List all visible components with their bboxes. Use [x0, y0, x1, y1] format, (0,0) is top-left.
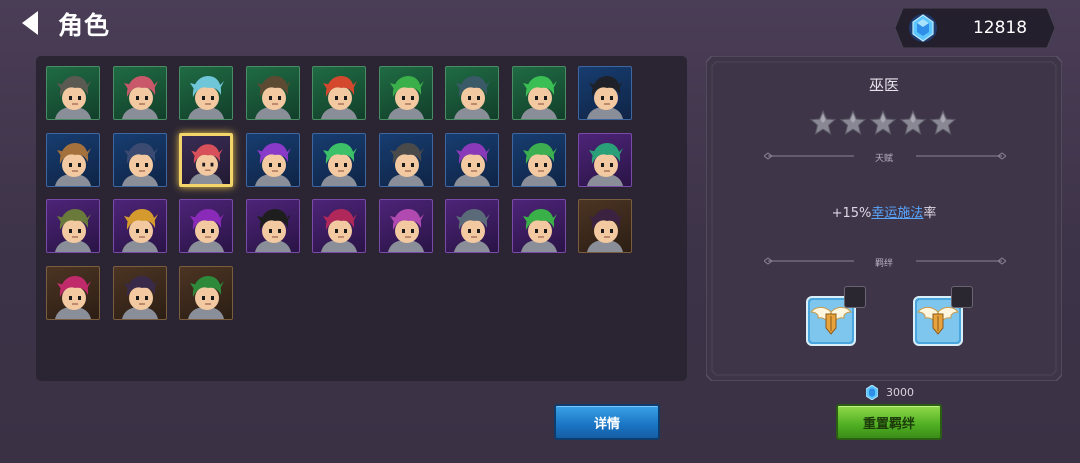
- character-info-panel: 巫医 天赋 +15%幸运施法率 羁绊: [706, 56, 1062, 381]
- character-portrait-tile[interactable]: [245, 66, 300, 120]
- character-portrait-tile[interactable]: [46, 265, 100, 320]
- character-portrait-tile[interactable]: [245, 132, 300, 187]
- star-rating: [810, 110, 960, 138]
- character-portrait-tile[interactable]: [112, 199, 167, 253]
- character-portrait-icon: [121, 76, 158, 119]
- character-portrait-tile[interactable]: [179, 132, 233, 187]
- character-portrait-icon: [520, 142, 557, 186]
- star-icon: [810, 110, 836, 136]
- character-portrait-icon: [321, 142, 357, 186]
- details-button[interactable]: 详情: [554, 404, 660, 440]
- character-portrait-tile[interactable]: [445, 66, 499, 120]
- character-portrait-tile[interactable]: [578, 199, 632, 253]
- character-portrait-tile[interactable]: [179, 199, 233, 253]
- character-portrait-icon: [587, 142, 623, 186]
- character-portrait-icon: [254, 76, 291, 119]
- character-portrait-icon: [121, 275, 158, 319]
- character-portrait-icon: [121, 142, 158, 186]
- gem-icon: [866, 385, 878, 400]
- character-portrait-icon: [587, 209, 623, 252]
- currency-display: 12818: [895, 8, 1055, 48]
- character-portrait-icon: [189, 143, 223, 184]
- character-portrait-tile[interactable]: [46, 66, 100, 120]
- character-portrait-tile[interactable]: [312, 66, 366, 120]
- character-portrait-tile[interactable]: [378, 199, 433, 253]
- character-portrait-tile[interactable]: [511, 66, 566, 120]
- character-portrait-icon: [520, 209, 557, 252]
- character-portrait-icon: [55, 76, 91, 119]
- character-portrait-icon: [55, 142, 91, 186]
- character-portrait-tile[interactable]: [378, 66, 433, 120]
- back-arrow-icon[interactable]: [18, 9, 42, 37]
- character-portrait-tile[interactable]: [312, 132, 366, 187]
- character-portrait-tile[interactable]: [179, 66, 233, 120]
- bond-label: 羁绊: [874, 259, 893, 269]
- character-portrait-tile[interactable]: [46, 132, 100, 187]
- character-portrait-icon: [321, 76, 357, 119]
- character-portrait-tile[interactable]: [578, 66, 632, 120]
- page-title: 角色: [58, 11, 111, 40]
- character-name: 巫医: [868, 76, 899, 94]
- character-portrait-icon: [387, 209, 424, 252]
- character-portrait-tile[interactable]: [112, 265, 167, 320]
- character-portrait-tile[interactable]: [46, 199, 100, 253]
- star-icon: [930, 110, 956, 136]
- character-portrait-icon: [55, 275, 91, 319]
- character-portrait-icon: [387, 76, 424, 119]
- character-portrait-icon: [520, 76, 557, 119]
- bonus-suffix: 率: [923, 206, 937, 221]
- character-portrait-tile[interactable]: [445, 132, 499, 187]
- character-portrait-icon: [454, 76, 490, 119]
- gem-icon: [909, 14, 937, 42]
- character-portrait-icon: [188, 275, 224, 319]
- bond-slot-1-checkbox[interactable]: [844, 286, 866, 308]
- character-portrait-icon: [121, 209, 158, 252]
- character-portrait-tile[interactable]: [112, 132, 167, 187]
- character-portrait-tile[interactable]: [378, 132, 433, 187]
- character-portrait-icon: [321, 209, 357, 252]
- character-portrait-icon: [454, 209, 490, 252]
- reset-bond-button[interactable]: 重置羁绊: [836, 404, 942, 440]
- character-portrait-tile[interactable]: [445, 199, 499, 253]
- bonus-prefix: +15%: [831, 206, 872, 221]
- header-bar: 角色 12818: [0, 0, 1080, 50]
- reset-cost-value: 3000: [886, 386, 914, 399]
- character-portrait-tile[interactable]: [511, 132, 566, 187]
- character-portrait-icon: [254, 142, 291, 186]
- bond-slot-2-checkbox[interactable]: [951, 286, 973, 308]
- character-portrait-icon: [387, 142, 424, 186]
- character-portrait-icon: [188, 209, 224, 252]
- character-portrait-tile[interactable]: [112, 66, 167, 120]
- character-portrait-icon: [55, 209, 91, 252]
- star-icon: [900, 110, 926, 136]
- character-portrait-icon: [188, 76, 224, 119]
- character-portrait-icon: [454, 142, 490, 186]
- character-roster-grid: [36, 56, 687, 381]
- talent-bonus-text: +15%幸运施法率: [706, 202, 1062, 221]
- character-portrait-icon: [587, 76, 623, 119]
- star-icon: [870, 110, 896, 136]
- talent-label: 天赋: [874, 154, 893, 164]
- character-portrait-tile[interactable]: [312, 199, 366, 253]
- character-portrait-icon: [254, 209, 291, 252]
- lucky-cast-link[interactable]: 幸运施法: [871, 206, 923, 221]
- currency-value: 12818: [972, 18, 1028, 38]
- character-portrait-tile[interactable]: [511, 199, 566, 253]
- star-icon: [840, 110, 866, 136]
- character-portrait-tile[interactable]: [179, 265, 233, 320]
- character-portrait-tile[interactable]: [578, 132, 632, 187]
- character-portrait-tile[interactable]: [245, 199, 300, 253]
